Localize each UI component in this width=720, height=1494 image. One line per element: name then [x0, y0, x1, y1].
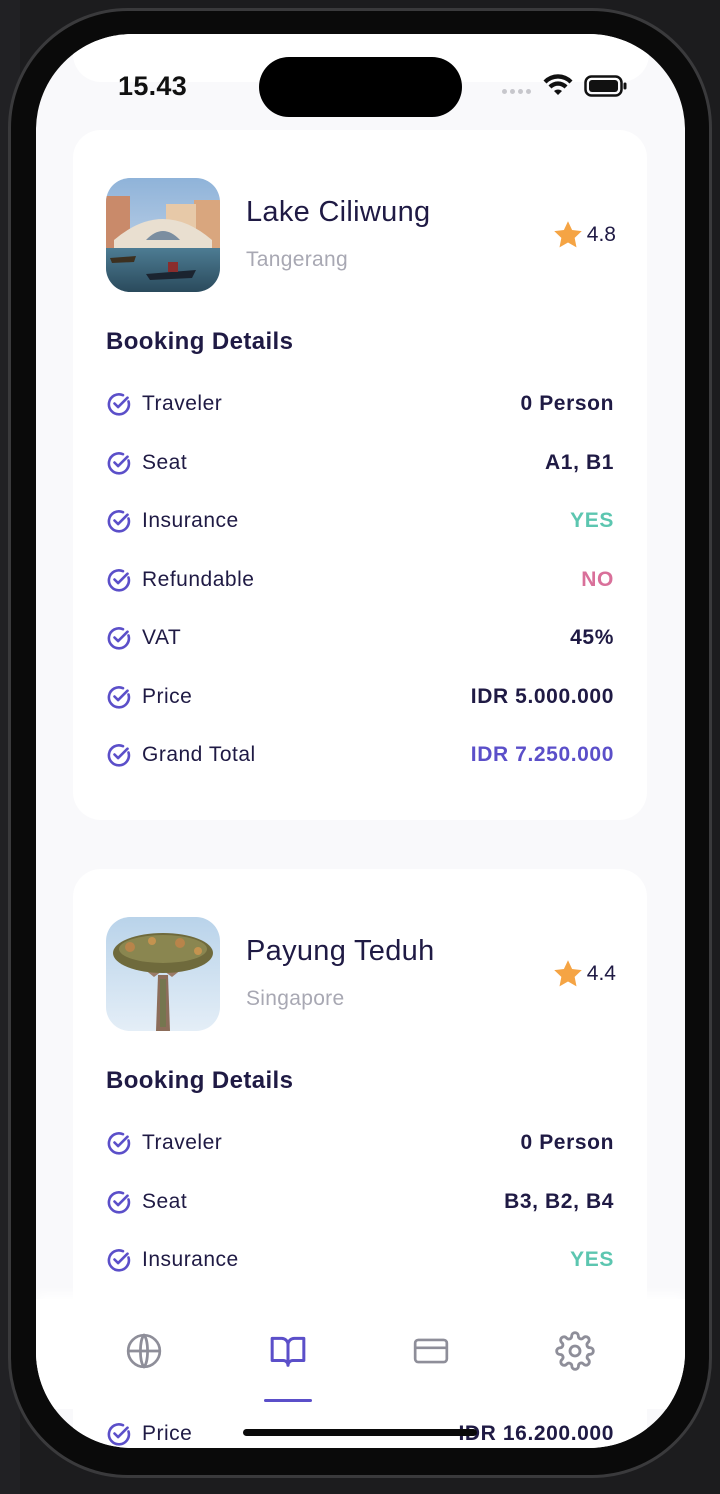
detail-value: IDR 5.000.000 [470, 685, 614, 708]
tab-explore[interactable] [124, 1331, 164, 1371]
detail-label: Price [142, 1422, 193, 1445]
detail-label: Traveler [142, 1131, 223, 1154]
tab-bookings[interactable] [268, 1331, 308, 1371]
detail-label: Traveler [142, 392, 223, 415]
destination-name: Lake Ciliwung [246, 196, 431, 228]
detail-row-price: Price IDR 5.000.000 [106, 681, 614, 713]
check-circle-icon [107, 1132, 131, 1155]
cellular-signal-icon [502, 89, 531, 94]
tab-payments[interactable] [411, 1331, 451, 1371]
check-circle-icon [107, 1423, 131, 1446]
destination-image [106, 917, 220, 1031]
detail-value: B3, B2, B4 [504, 1190, 614, 1213]
detail-value: 0 Person [520, 392, 614, 415]
check-circle-icon [107, 452, 131, 475]
globe-icon [126, 1333, 162, 1369]
detail-value: YES [570, 509, 614, 532]
check-circle-icon [107, 686, 131, 709]
check-circle-icon [107, 1191, 131, 1214]
detail-value: NO [581, 568, 614, 591]
rating: 4.4 [551, 957, 616, 991]
detail-row-seat: Seat A1, B1 [106, 447, 614, 479]
check-circle-icon [107, 393, 131, 416]
detail-row-traveler: Traveler 0 Person [106, 1127, 614, 1159]
status-time: 15.43 [118, 71, 188, 101]
detail-label: Price [142, 685, 193, 708]
check-circle-icon [107, 569, 131, 592]
gear-icon [555, 1331, 595, 1371]
detail-row-refundable: Refundable NO [106, 564, 614, 596]
destination-city: Singapore [246, 987, 345, 1010]
detail-row-insurance: Insurance YES [106, 1244, 614, 1276]
detail-label: Seat [142, 451, 188, 474]
detail-row-insurance: Insurance YES [106, 505, 614, 537]
check-circle-icon [107, 627, 131, 650]
booking-header: Lake Ciliwung Tangerang 4.8 [106, 178, 616, 292]
detail-label: Seat [142, 1190, 188, 1213]
card-icon [413, 1338, 449, 1364]
detail-label: Insurance [142, 509, 239, 532]
bottom-tab-bar [36, 1299, 685, 1409]
rating: 4.8 [551, 218, 616, 252]
home-indicator[interactable] [243, 1429, 477, 1436]
app-screen: 15.43 Lake Ciliwung Tangerang 4.8 Bookin… [36, 34, 685, 1448]
detail-value: YES [570, 1248, 614, 1271]
destination-image [106, 178, 220, 292]
detail-value: 0 Person [520, 1131, 614, 1154]
booking-header: Payung Teduh Singapore 4.4 [106, 917, 616, 1031]
book-icon [270, 1336, 306, 1367]
star-icon [554, 960, 582, 987]
detail-row-seat: Seat B3, B2, B4 [106, 1186, 614, 1218]
detail-label: VAT [142, 626, 182, 649]
detail-value: IDR 16.200.000 [458, 1422, 614, 1445]
active-tab-indicator [264, 1399, 312, 1402]
destination-city: Tangerang [246, 248, 348, 271]
detail-row-vat: VAT 45% [106, 622, 614, 654]
wifi-icon [543, 74, 573, 95]
star-icon [554, 221, 582, 248]
detail-label: Insurance [142, 1248, 239, 1271]
detail-value: IDR 7.250.000 [470, 743, 614, 766]
destination-name: Payung Teduh [246, 935, 435, 967]
detail-label: Refundable [142, 568, 255, 591]
detail-row-traveler: Traveler 0 Person [106, 388, 614, 420]
dynamic-island [259, 57, 462, 117]
check-circle-icon [107, 510, 131, 533]
detail-value: A1, B1 [545, 451, 614, 474]
rating-value: 4.4 [586, 962, 616, 985]
detail-label: Grand Total [142, 743, 256, 766]
bookings-scroll-view[interactable]: Lake Ciliwung Tangerang 4.8 Booking Deta… [36, 34, 685, 1448]
detail-row-grand-total: Grand Total IDR 7.250.000 [106, 739, 614, 771]
booking-details-title: Booking Details [106, 1067, 294, 1094]
battery-icon [584, 75, 627, 97]
booking-details-title: Booking Details [106, 328, 294, 355]
booking-card[interactable]: Lake Ciliwung Tangerang 4.8 Booking Deta… [73, 130, 647, 820]
detail-value: 45% [570, 626, 614, 649]
rating-value: 4.8 [586, 223, 616, 246]
check-circle-icon [107, 744, 131, 767]
check-circle-icon [107, 1249, 131, 1272]
tab-settings[interactable] [555, 1331, 595, 1371]
